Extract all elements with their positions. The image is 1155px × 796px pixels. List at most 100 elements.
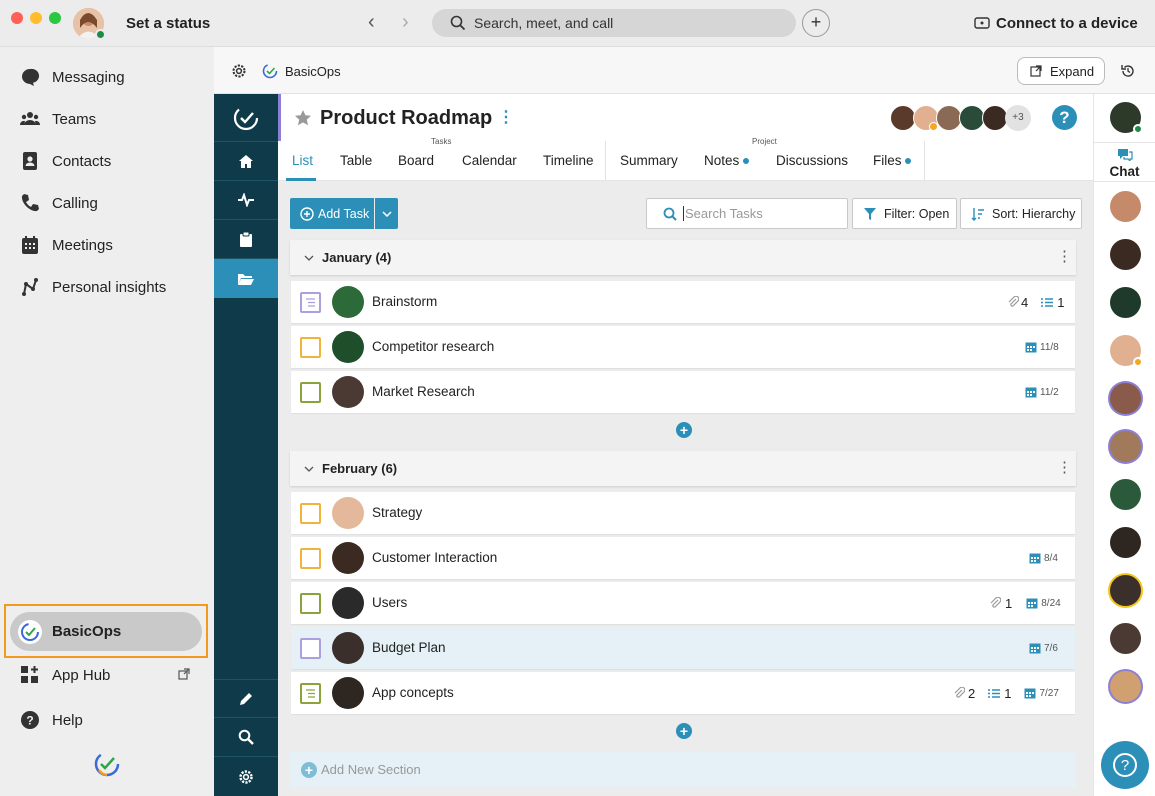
chat-contact-avatar[interactable]: [1110, 383, 1141, 414]
current-user-avatar[interactable]: [1110, 102, 1143, 134]
sidebar-item-contacts[interactable]: Contacts: [20, 147, 111, 175]
star-icon[interactable]: [294, 109, 312, 127]
task-checkbox[interactable]: [300, 382, 321, 403]
subtask-list-icon: [988, 688, 1001, 698]
new-plus-button[interactable]: +: [802, 9, 830, 37]
task-row[interactable]: Users 1 8/24: [291, 582, 1075, 624]
sidebar-item-messaging[interactable]: Messaging: [20, 63, 125, 91]
task-row[interactable]: App concepts 2 1 7/27: [291, 672, 1075, 714]
task-checkbox[interactable]: [300, 337, 321, 358]
nav-projects[interactable]: [214, 259, 278, 298]
chevron-down-icon[interactable]: [304, 255, 314, 261]
task-name: Users: [372, 595, 408, 610]
task-row[interactable]: Strategy: [291, 492, 1075, 534]
sidebar-item-personal-insights[interactable]: Personal insights: [20, 273, 166, 301]
sidebar-item-app-hub[interactable]: App Hub: [20, 661, 110, 689]
attachment-count: 1: [1005, 595, 1013, 611]
nav-search[interactable]: [214, 718, 278, 757]
sidebar-item-help[interactable]: ? Help: [20, 706, 83, 734]
calendar-icon: [1024, 688, 1036, 699]
zoom-window-button[interactable]: [49, 12, 61, 24]
forward-arrow-icon[interactable]: ›: [402, 11, 409, 34]
tab-list[interactable]: List: [292, 141, 313, 181]
project-members[interactable]: +3: [890, 105, 1031, 131]
chat-rail: Chat ?: [1093, 94, 1155, 796]
task-checkbox[interactable]: [300, 548, 321, 569]
app-name-label: BasicOps: [285, 64, 341, 79]
tab-summary[interactable]: Summary: [620, 141, 678, 181]
tab-calendar[interactable]: Calendar: [462, 141, 517, 181]
tab-timeline[interactable]: Timeline: [543, 141, 594, 181]
task-row[interactable]: Brainstorm 4 1: [291, 281, 1075, 323]
minimize-window-button[interactable]: [30, 12, 42, 24]
nav-edit[interactable]: [214, 679, 278, 718]
sidebar-item-calling[interactable]: Calling: [20, 189, 98, 217]
chevron-down-icon[interactable]: [304, 466, 314, 472]
basicops-home-logo[interactable]: [214, 94, 278, 142]
nav-settings[interactable]: [214, 757, 278, 796]
chat-contact-avatar[interactable]: [1110, 335, 1143, 367]
chat-contact-avatar[interactable]: [1110, 671, 1141, 702]
cast-device-icon[interactable]: [974, 17, 990, 31]
search-tasks-input[interactable]: Search Tasks: [646, 198, 848, 229]
project-more-menu-icon[interactable]: ⋮: [498, 107, 514, 127]
tab-board[interactable]: Board: [398, 141, 434, 181]
external-link-icon[interactable]: [178, 668, 190, 680]
tab-discussions[interactable]: Discussions: [776, 141, 848, 181]
chat-contact-avatar[interactable]: [1110, 239, 1141, 270]
chat-contact-avatar[interactable]: [1110, 575, 1141, 606]
global-search-bar[interactable]: Search, meet, and call: [432, 9, 796, 37]
chat-contact-avatar[interactable]: [1110, 431, 1141, 462]
filter-button[interactable]: Filter: Open: [852, 198, 957, 229]
tab-notes[interactable]: Notes: [704, 141, 739, 181]
add-new-section-row[interactable]: + Add New Section: [290, 752, 1076, 787]
chat-contact-avatar[interactable]: [1110, 191, 1141, 222]
assignee-avatar: [332, 497, 364, 529]
chat-contact-avatar[interactable]: [1110, 527, 1141, 558]
add-task-plus-button[interactable]: +: [676, 723, 692, 739]
help-circle-icon[interactable]: ?: [1052, 105, 1077, 130]
task-name: Customer Interaction: [372, 550, 498, 565]
tab-files[interactable]: Files: [873, 141, 902, 181]
chat-tab[interactable]: Chat: [1094, 142, 1155, 182]
task-checkbox[interactable]: [300, 593, 321, 614]
chat-contact-avatar[interactable]: [1110, 287, 1141, 318]
project-title: Product Roadmap: [320, 107, 493, 129]
set-status-label[interactable]: Set a status: [126, 15, 210, 32]
back-arrow-icon[interactable]: ‹: [368, 11, 375, 34]
task-row[interactable]: Budget Plan 7/6: [291, 627, 1075, 669]
task-row[interactable]: Customer Interaction 8/4: [291, 537, 1075, 579]
nav-activity[interactable]: [214, 181, 278, 220]
task-checkbox[interactable]: [300, 683, 321, 704]
nav-tasks[interactable]: [214, 220, 278, 259]
close-window-button[interactable]: [11, 12, 23, 24]
search-icon: [450, 15, 466, 31]
add-task-dropdown-button[interactable]: [375, 198, 398, 229]
section-more-icon[interactable]: ⋮: [1057, 458, 1072, 476]
sidebar-item-teams[interactable]: Teams: [20, 105, 96, 133]
nav-home[interactable]: [214, 142, 278, 181]
user-avatar[interactable]: [73, 8, 106, 40]
task-checkbox[interactable]: [300, 503, 321, 524]
section-header-january[interactable]: January (4) ⋮: [290, 240, 1076, 275]
chat-contact-avatar[interactable]: [1110, 623, 1141, 654]
section-more-icon[interactable]: ⋮: [1057, 247, 1072, 265]
task-checkbox[interactable]: [300, 292, 321, 313]
task-row[interactable]: Competitor research 11/8: [291, 326, 1075, 368]
sidebar-item-basicops[interactable]: BasicOps: [10, 612, 202, 651]
task-row[interactable]: Market Research 11/2: [291, 371, 1075, 413]
gear-icon[interactable]: [231, 63, 247, 79]
add-task-button[interactable]: Add Task: [290, 198, 374, 229]
sidebar-item-meetings[interactable]: Meetings: [20, 231, 113, 259]
section-header-february[interactable]: February (6) ⋮: [290, 451, 1076, 486]
help-fab-button[interactable]: ?: [1101, 741, 1149, 789]
chat-contact-avatar[interactable]: [1110, 479, 1141, 510]
sort-button[interactable]: Sort: Hierarchy: [960, 198, 1082, 229]
home-icon: [239, 154, 253, 168]
connect-device-button[interactable]: Connect to a device: [996, 15, 1138, 32]
history-icon[interactable]: [1120, 63, 1136, 79]
expand-button[interactable]: Expand: [1017, 57, 1105, 85]
add-task-plus-button[interactable]: +: [676, 422, 692, 438]
tab-table[interactable]: Table: [340, 141, 372, 181]
task-checkbox[interactable]: [300, 638, 321, 659]
